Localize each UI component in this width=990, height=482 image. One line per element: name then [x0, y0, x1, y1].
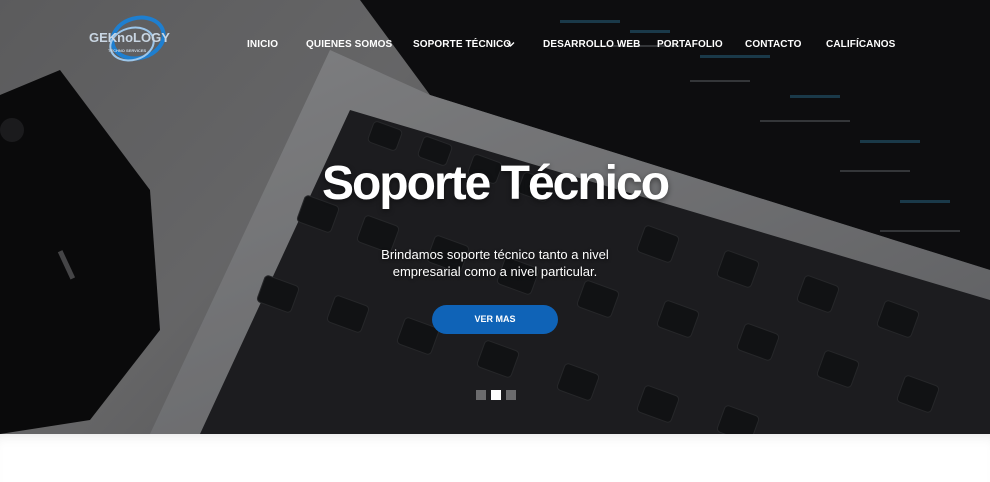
content-section-start [0, 434, 990, 482]
slider-dot-3[interactable] [506, 390, 516, 400]
nav-item-soporte-tecnico[interactable]: SOPORTE TÉCNICO [413, 38, 511, 51]
nav-item-calificanos[interactable]: CALIFÍCANOS [826, 38, 895, 51]
nav-item-desarrollo-web[interactable]: DESARROLLO WEB [543, 38, 641, 51]
slider-dot-2[interactable] [491, 390, 501, 400]
chevron-down-icon[interactable] [506, 40, 515, 49]
hero-title: Soporte Técnico [321, 157, 670, 210]
brand-logo[interactable]: GEKnoLOGY TECHNO SERVICES [86, 14, 184, 72]
slider-dot-1[interactable] [476, 390, 486, 400]
nav-item-contacto[interactable]: CONTACTO [745, 38, 802, 51]
nav-item-portafolio[interactable]: PORTAFOLIO [657, 38, 723, 51]
logo-tagline: TECHNO SERVICES [108, 48, 146, 53]
nav-item-inicio[interactable]: INICIO [247, 38, 278, 51]
hero-subtitle: Brindamos soporte técnico tanto a nivel … [381, 247, 609, 279]
ver-mas-button[interactable]: VER MAS [432, 305, 558, 334]
nav-item-quienes-somos[interactable]: QUIENES SOMOS [306, 38, 392, 51]
logo-wordmark: GEKnoLOGY [89, 30, 170, 45]
